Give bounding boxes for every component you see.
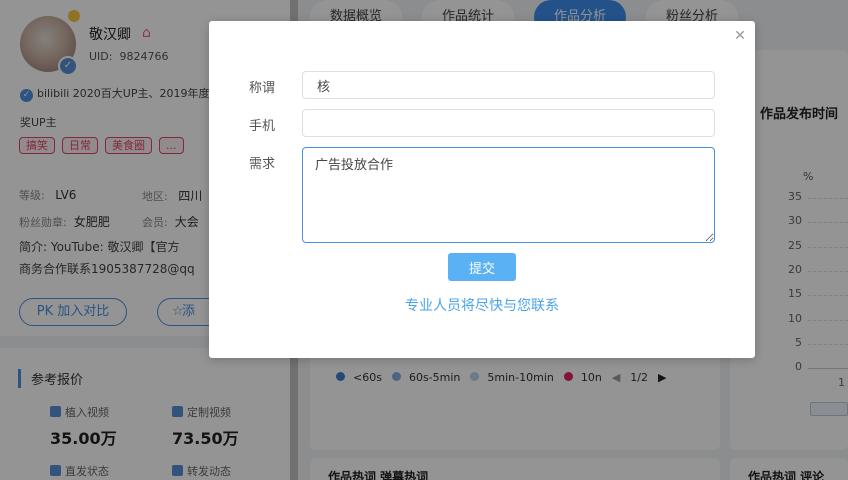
need-textarea[interactable]: 广告投放合作	[302, 147, 715, 243]
title-label: 称谓	[249, 81, 276, 96]
contact-modal: ✕ 称谓 手机 需求 广告投放合作 提交 专业人员将尽快与您联系	[209, 21, 755, 358]
submit-button[interactable]: 提交	[448, 253, 516, 281]
phone-label: 手机	[249, 119, 276, 134]
need-label: 需求	[249, 157, 276, 172]
phone-input[interactable]	[302, 109, 715, 137]
title-input[interactable]	[302, 71, 715, 99]
contact-note: 专业人员将尽快与您联系	[405, 298, 559, 314]
close-icon[interactable]: ✕	[733, 29, 747, 43]
